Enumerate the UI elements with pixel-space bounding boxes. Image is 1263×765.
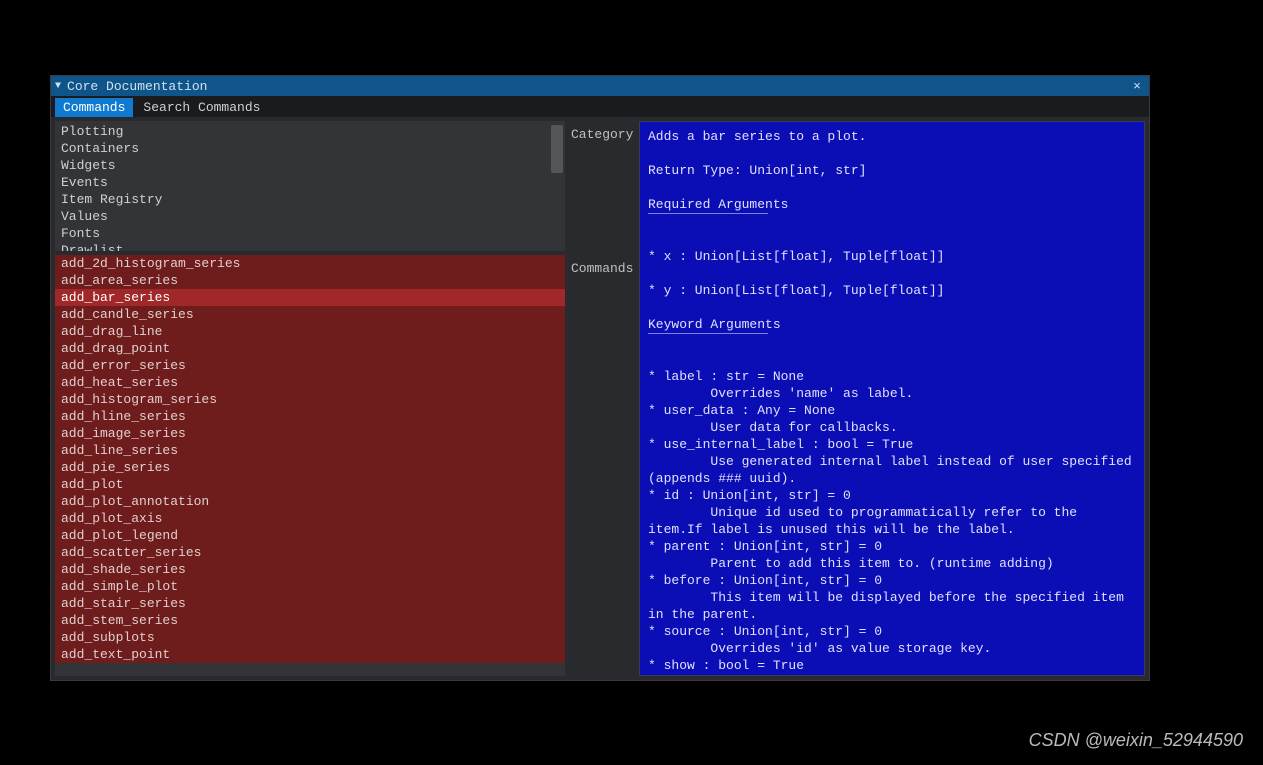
command-item[interactable]: add_plot_axis — [55, 510, 565, 527]
doc-line — [648, 351, 1136, 368]
command-item[interactable]: add_shade_series — [55, 561, 565, 578]
category-item[interactable]: Events — [61, 174, 559, 191]
command-item[interactable]: add_heat_series — [55, 374, 565, 391]
content-area: PlottingContainersWidgetsEventsItem Regi… — [51, 117, 1149, 680]
doc-line — [648, 334, 1136, 351]
command-item[interactable]: add_stem_series — [55, 612, 565, 629]
commands-list[interactable]: add_2d_histogram_seriesadd_area_seriesad… — [55, 255, 565, 676]
labels-column: Category Commands — [571, 121, 633, 676]
watermark: CSDN @weixin_52944590 — [1029, 730, 1243, 751]
doc-line — [648, 265, 1136, 282]
command-item[interactable]: add_candle_series — [55, 306, 565, 323]
command-item[interactable]: add_drag_point — [55, 340, 565, 357]
doc-line: Unique id used to programmatically refer… — [648, 504, 1136, 538]
command-item[interactable]: add_text_point — [55, 646, 565, 663]
category-item[interactable]: Values — [61, 208, 559, 225]
doc-line: User data for callbacks. — [648, 419, 1136, 436]
doc-panel[interactable]: Adds a bar series to a plot. Return Type… — [639, 121, 1145, 676]
doc-line: * label : str = None — [648, 368, 1136, 385]
doc-line: * source : Union[int, str] = 0 — [648, 623, 1136, 640]
left-column: PlottingContainersWidgetsEventsItem Regi… — [55, 121, 565, 676]
command-item[interactable]: add_scatter_series — [55, 544, 565, 561]
doc-line: * before : Union[int, str] = 0 — [648, 572, 1136, 589]
doc-line — [648, 145, 1136, 162]
collapse-icon[interactable]: ▼ — [55, 81, 61, 92]
category-item[interactable]: Containers — [61, 140, 559, 157]
category-item[interactable]: Fonts — [61, 225, 559, 242]
command-item[interactable]: add_area_series — [55, 272, 565, 289]
doc-line: Use generated internal label instead of … — [648, 453, 1136, 487]
doc-line: * parent : Union[int, str] = 0 — [648, 538, 1136, 555]
category-scrollbar[interactable] — [551, 125, 563, 173]
doc-line: * use_internal_label : bool = True — [648, 436, 1136, 453]
category-item[interactable]: Drawlist — [61, 242, 559, 251]
doc-line: * user_data : Any = None — [648, 402, 1136, 419]
command-item[interactable]: add_2d_histogram_series — [55, 255, 565, 272]
close-icon[interactable]: × — [1129, 79, 1145, 94]
doc-line: Overrides 'id' as value storage key. — [648, 640, 1136, 657]
doc-line: Keyword Arguments — [648, 316, 1136, 333]
command-item[interactable]: add_hline_series — [55, 408, 565, 425]
documentation-window: ▼ Core Documentation × Commands Search C… — [50, 75, 1150, 681]
category-item[interactable]: Widgets — [61, 157, 559, 174]
category-label: Category — [571, 125, 633, 255]
doc-line — [648, 214, 1136, 231]
doc-line — [648, 231, 1136, 248]
right-column: Adds a bar series to a plot. Return Type… — [639, 121, 1145, 676]
doc-line: This item will be displayed before the s… — [648, 589, 1136, 623]
doc-line: * y : Union[List[float], Tuple[float]] — [648, 282, 1136, 299]
doc-line — [648, 299, 1136, 316]
doc-line: Adds a bar series to a plot. — [648, 128, 1136, 145]
tab-commands[interactable]: Commands — [55, 98, 133, 117]
command-item[interactable]: add_plot_annotation — [55, 493, 565, 510]
doc-line: Overrides 'name' as label. — [648, 385, 1136, 402]
tab-search-commands[interactable]: Search Commands — [135, 98, 268, 117]
command-item[interactable]: add_plot — [55, 476, 565, 493]
doc-line — [648, 179, 1136, 196]
doc-line: * show : bool = True — [648, 657, 1136, 674]
command-item[interactable]: add_error_series — [55, 357, 565, 374]
doc-line: Parent to add this item to. (runtime add… — [648, 555, 1136, 572]
commands-label: Commands — [571, 259, 633, 278]
category-item[interactable]: Plotting — [61, 123, 559, 140]
command-item[interactable]: add_image_series — [55, 425, 565, 442]
command-item[interactable]: add_line_series — [55, 442, 565, 459]
titlebar[interactable]: ▼ Core Documentation × — [51, 76, 1149, 96]
doc-line: Required Arguments — [648, 196, 1136, 213]
command-item[interactable]: add_stair_series — [55, 595, 565, 612]
command-item[interactable]: add_drag_line — [55, 323, 565, 340]
command-item[interactable]: add_bar_series — [55, 289, 565, 306]
command-item[interactable]: add_subplots — [55, 629, 565, 646]
command-item[interactable]: add_simple_plot — [55, 578, 565, 595]
category-list[interactable]: PlottingContainersWidgetsEventsItem Regi… — [55, 121, 565, 251]
window-title: Core Documentation — [67, 79, 1129, 94]
doc-line: * id : Union[int, str] = 0 — [648, 487, 1136, 504]
category-item[interactable]: Item Registry — [61, 191, 559, 208]
command-item[interactable]: add_histogram_series — [55, 391, 565, 408]
tab-bar: Commands Search Commands — [51, 96, 1149, 117]
command-item[interactable]: add_plot_legend — [55, 527, 565, 544]
doc-line: Return Type: Union[int, str] — [648, 162, 1136, 179]
command-item[interactable]: add_pie_series — [55, 459, 565, 476]
doc-line: * x : Union[List[float], Tuple[float]] — [648, 248, 1136, 265]
doc-line: Attempt to render widget. — [648, 674, 1136, 676]
